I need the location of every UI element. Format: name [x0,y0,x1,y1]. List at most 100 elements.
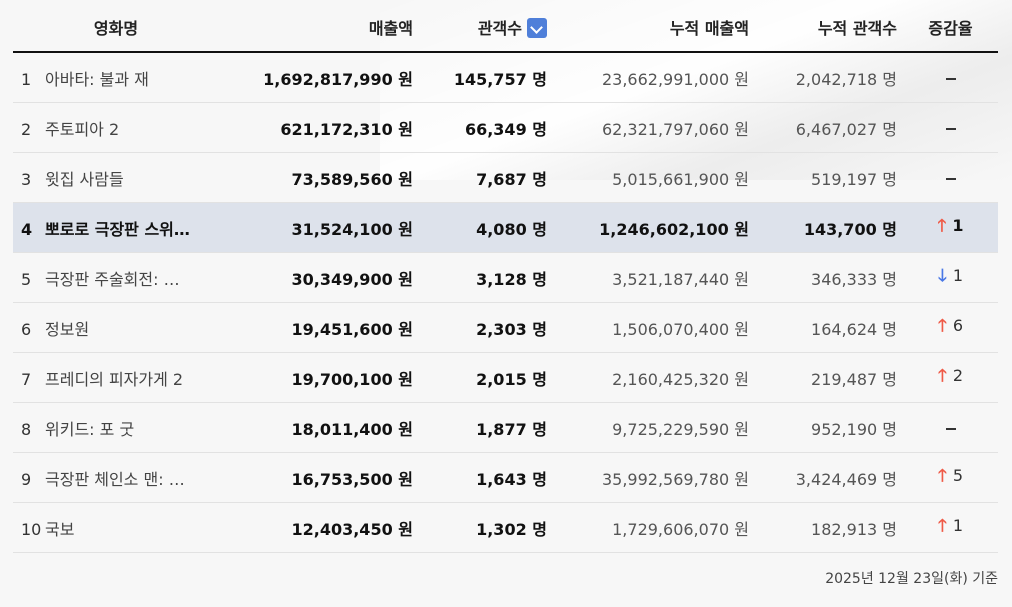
cell-sales: 1,692,817,990 원 [219,52,419,103]
cell-sales: 73,589,560 원 [219,152,419,203]
cell-title[interactable]: 10 국보 [13,502,219,553]
header-audience[interactable]: 관객수 [419,2,553,53]
arrow-up-icon: 🡑 [937,466,947,486]
cell-audience: 2,303 명 [419,302,553,353]
change-value: 1 [952,216,964,235]
cell-change [903,402,998,453]
rank-number: 9 [21,469,32,489]
table-row[interactable]: 1 아바타: 불과 재 1,692,817,990 원 145,757 명 23,662… [13,52,998,103]
header-cum-audience-label: 누적 관객수 [817,18,897,38]
cell-cum-audience: 182,913 명 [755,502,903,553]
cell-title[interactable]: 6 정보원 [13,302,219,353]
header-cum-sales-label: 누적 매출액 [669,18,749,38]
cell-title[interactable]: 9 극장판 체인소 맨: … [13,452,219,503]
arrow-up-icon: 🡑 [937,516,947,536]
cell-cum-sales: 1,506,070,400 원 [553,302,755,353]
cell-cum-sales: 2,160,425,320 원 [553,352,755,403]
table-row[interactable]: 3 윗집 사람들 73,589,560 원 7,687 명 5,015,661,900 … [13,152,998,203]
movie-title-link[interactable]: 극장판 주술회전: … [45,270,180,289]
cell-change: 🡓 1 [903,252,998,303]
header-change[interactable]: 증감율 [903,2,998,53]
cell-title[interactable]: 2 주토피아 2 [13,102,219,153]
movie-title-link[interactable]: 프레디의 피자가게 2 [45,370,183,389]
change-value: 1 [952,516,964,535]
header-cum-sales[interactable]: 누적 매출액 [553,2,755,53]
rank-number: 3 [21,169,32,189]
header-cum-audience[interactable]: 누적 관객수 [755,2,903,53]
cell-sales: 16,753,500 원 [219,452,419,503]
movie-title-link[interactable]: 아바타: 불과 재 [45,70,149,89]
movie-title-link[interactable]: 국보 [45,520,74,539]
cell-cum-audience: 346,333 명 [755,252,903,303]
cell-change: 🡑 1 [903,502,998,553]
table-row[interactable]: 8 위키드: 포 굿 18,011,400 원 1,877 명 9,725,229,59… [13,402,998,453]
cell-sales: 19,700,100 원 [219,352,419,403]
cell-change: 🡑 5 [903,452,998,503]
no-change-dash-icon [945,127,956,130]
cell-title[interactable]: 1 아바타: 불과 재 [13,52,219,103]
cell-cum-sales: 1,729,606,070 원 [553,502,755,553]
cell-change: 🡑 6 [903,302,998,353]
table-row[interactable]: 2 주토피아 2 621,172,310 원 66,349 명 62,321,797,0… [13,102,998,153]
movie-title-link[interactable]: 위키드: 포 굿 [45,420,134,439]
change-value: 6 [952,316,964,335]
movie-title-link[interactable]: 주토피아 2 [45,120,119,139]
table-row[interactable]: 6 정보원 19,451,600 원 2,303 명 1,506,070,400 원 16… [13,302,998,353]
cell-change: 🡑 2 [903,352,998,403]
cell-audience: 1,643 명 [419,452,553,503]
rank-number: 8 [21,419,32,439]
arrow-up-icon: 🡑 [937,366,947,386]
cell-audience: 66,349 명 [419,102,553,153]
cell-cum-audience: 219,487 명 [755,352,903,403]
arrow-up-icon: 🡑 [937,316,947,336]
header-sales[interactable]: 매출액 [219,2,419,53]
cell-cum-audience: 519,197 명 [755,152,903,203]
cell-audience: 7,687 명 [419,152,553,203]
chevron-down-icon[interactable] [527,17,547,38]
movie-title-link[interactable]: 윗집 사람들 [45,170,124,189]
cell-cum-audience: 952,190 명 [755,402,903,453]
cell-audience: 4,080 명 [419,202,553,253]
change-value: 2 [952,366,964,385]
cell-change: 🡑 1 [903,202,998,253]
header-title[interactable]: 영화명 [13,2,219,53]
cell-title[interactable]: 8 위키드: 포 굿 [13,402,219,453]
header-title-label: 영화명 [93,18,139,38]
cell-cum-audience: 164,624 명 [755,302,903,353]
cell-title[interactable]: 3 윗집 사람들 [13,152,219,203]
table-row[interactable]: 7 프레디의 피자가게 2 19,700,100 원 2,015 명 2,160,425… [13,352,998,403]
cell-title[interactable]: 5 극장판 주술회전: … [13,252,219,303]
movie-title-link[interactable]: 극장판 체인소 맨: … [45,470,185,489]
table-row[interactable]: 4 뽀로로 극장판 스위… 31,524,100 원 4,080 명 1,246,602… [13,202,998,253]
reference-date: 2025년 12월 23일(화) 기준 [825,571,998,587]
rank-number: 4 [21,219,33,239]
header-change-label: 증감율 [928,18,973,38]
cell-change [903,102,998,153]
cell-title[interactable]: 7 프레디의 피자가게 2 [13,352,219,403]
table-row[interactable]: 9 극장판 체인소 맨: … 16,753,500 원 1,643 명 35,992,5… [13,452,998,503]
cell-title[interactable]: 4 뽀로로 극장판 스위… [13,202,219,253]
table-row[interactable]: 5 극장판 주술회전: … 30,349,900 원 3,128 명 3,521,187… [13,252,998,303]
cell-audience: 2,015 명 [419,352,553,403]
no-change-dash-icon [945,427,956,430]
cell-cum-audience: 143,700 명 [755,202,903,253]
cell-audience: 3,128 명 [419,252,553,303]
cell-cum-sales: 1,246,602,100 원 [553,202,755,253]
cell-audience: 145,757 명 [419,52,553,103]
rank-number: 7 [21,369,32,389]
cell-sales: 18,011,400 원 [219,402,419,453]
arrow-up-icon: 🡑 [937,216,947,236]
cell-change [903,52,998,103]
table-row[interactable]: 10 국보 12,403,450 원 1,302 명 1,729,606,070 원 18… [13,502,998,553]
table-header-row: 영화명 매출액 관객수 누적 매출액 누적 관객수 증감율 [13,2,998,53]
header-audience-label: 관객수 [477,18,522,38]
cell-sales: 621,172,310 원 [219,102,419,153]
movie-title-link[interactable]: 정보원 [45,320,89,339]
cell-cum-sales: 23,662,991,000 원 [553,52,755,103]
cell-sales: 30,349,900 원 [219,252,419,303]
cell-sales: 31,524,100 원 [219,202,419,253]
change-value: 5 [952,466,964,485]
cell-cum-sales: 35,992,569,780 원 [553,452,755,503]
movie-title-link[interactable]: 뽀로로 극장판 스위… [45,220,190,239]
cell-sales: 12,403,450 원 [219,502,419,553]
